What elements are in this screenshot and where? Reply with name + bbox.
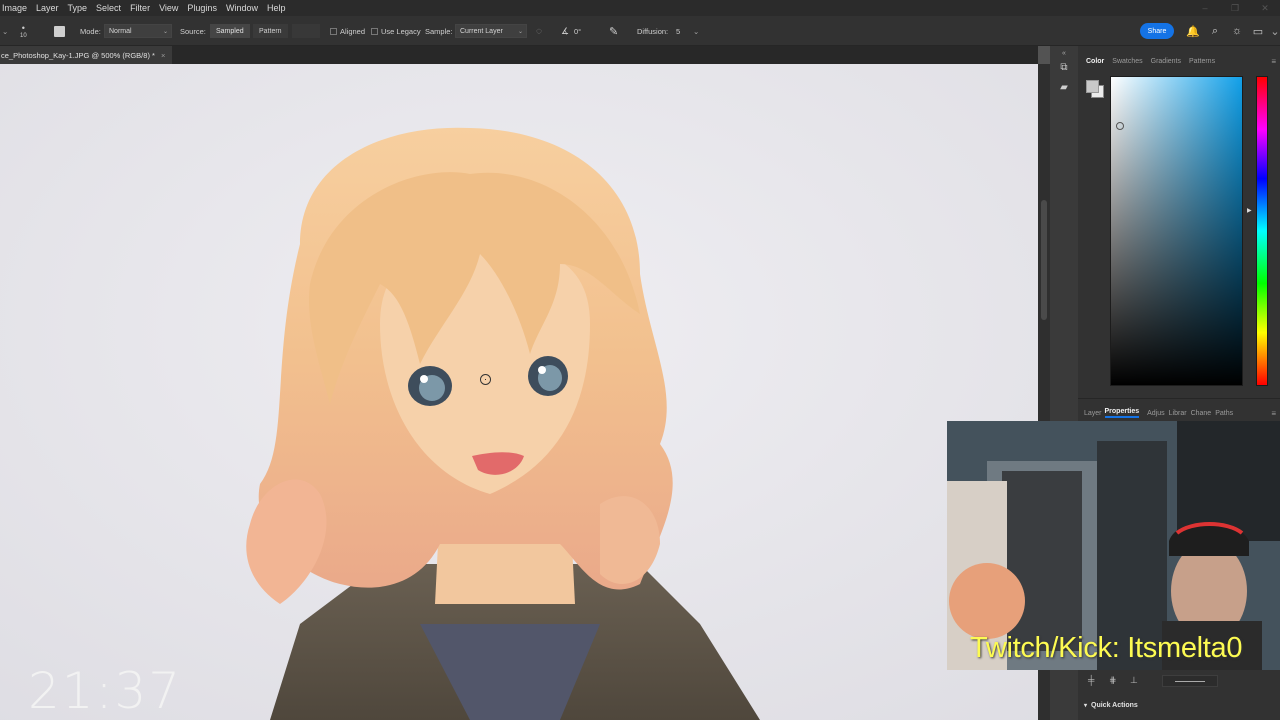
diffusion-label: Diffusion: xyxy=(637,26,669,36)
chevron-down-icon: ▾ xyxy=(1084,703,1088,709)
tab-adjustments[interactable]: Adjus xyxy=(1147,410,1165,417)
menu-help[interactable]: Help xyxy=(267,3,286,13)
pressure-size-icon[interactable]: ✎ xyxy=(609,16,618,46)
close-tab-icon[interactable]: × xyxy=(161,51,165,60)
panel-divider xyxy=(1078,398,1280,399)
checkbox-icon xyxy=(330,27,337,35)
angle-value[interactable]: 0° xyxy=(574,16,581,46)
canvas-image xyxy=(0,64,1038,720)
collapse-panels-icon[interactable]: « xyxy=(1057,46,1071,60)
align-bottom-icon[interactable]: ⊥ xyxy=(1130,675,1144,686)
stroke-line-icon xyxy=(1175,680,1205,682)
tab-paths[interactable]: Paths xyxy=(1215,410,1233,417)
use-legacy-checkbox[interactable]: Use Legacy xyxy=(371,16,421,46)
angle-icon: ∡ xyxy=(561,25,570,36)
clone-source-panel-button[interactable] xyxy=(54,16,65,46)
mode-label: Mode: xyxy=(80,26,101,36)
align-icon[interactable]: ╪ xyxy=(1088,675,1102,686)
source-label: Source: xyxy=(180,26,206,36)
scrollbar-thumb[interactable] xyxy=(1041,200,1047,320)
menu-select[interactable]: Select xyxy=(96,3,121,13)
hue-slider-handle[interactable]: ▶ xyxy=(1247,207,1252,214)
properties-toolbar: ╪ ⋕ ⊥ xyxy=(1088,675,1151,686)
tab-patterns[interactable]: Patterns xyxy=(1189,58,1215,65)
canvas[interactable] xyxy=(0,64,1038,720)
tab-libraries[interactable]: Librar xyxy=(1169,410,1187,417)
sample-select-value: Current Layer xyxy=(460,27,503,35)
bell-icon[interactable]: 🔔 xyxy=(1186,22,1200,40)
sampled-button[interactable]: Sampled xyxy=(210,24,250,38)
share-button[interactable]: Share xyxy=(1140,23,1174,39)
maximize-icon[interactable]: ❐ xyxy=(1220,0,1250,16)
mode-select-value: Normal xyxy=(109,27,132,35)
pattern-button[interactable]: Pattern xyxy=(253,24,288,38)
tab-swatches[interactable]: Swatches xyxy=(1112,58,1142,65)
menu-plugins[interactable]: Plugins xyxy=(187,3,217,13)
menu-layer[interactable]: Layer xyxy=(36,3,59,13)
properties-panel-tabs: Layer Properties Adjus Librar Chane Path… xyxy=(1078,406,1280,420)
stroke-style-select[interactable] xyxy=(1162,675,1218,687)
tab-channels[interactable]: Chane xyxy=(1191,410,1212,417)
quick-actions-header[interactable]: ▾ Quick Actions xyxy=(1084,702,1138,709)
chevron-down-icon[interactable]: ⌄ xyxy=(1268,22,1280,40)
brush-preset-picker[interactable]: • 10 xyxy=(20,16,27,46)
mode-select[interactable]: Normal ⌄ xyxy=(104,24,172,38)
use-legacy-label: Use Legacy xyxy=(381,26,421,36)
pattern-picker[interactable] xyxy=(292,24,320,38)
stamp-icon xyxy=(54,25,65,37)
chevron-down-icon: ⌄ xyxy=(162,28,168,35)
diffusion-value[interactable]: 5 xyxy=(676,16,680,46)
ignore-adjustment-icon[interactable]: ◌ xyxy=(536,16,542,46)
brush-cursor xyxy=(480,374,491,385)
color-picker-handle[interactable] xyxy=(1116,122,1124,130)
distribute-icon[interactable]: ⋕ xyxy=(1109,675,1123,686)
minimize-icon[interactable]: – xyxy=(1190,0,1220,16)
menu-view[interactable]: View xyxy=(159,3,178,13)
menu-window[interactable]: Window xyxy=(226,3,258,13)
checkbox-icon xyxy=(371,27,378,35)
history-icon[interactable]: ⧉ xyxy=(1057,60,1071,74)
close-window-icon[interactable]: ✕ xyxy=(1250,0,1280,16)
aligned-label: Aligned xyxy=(340,26,366,36)
brush-size-value: 10 xyxy=(20,32,27,39)
comments-icon[interactable]: ▰ xyxy=(1057,80,1071,94)
panel-menu-icon[interactable]: ≡ xyxy=(1271,57,1276,66)
search-icon[interactable]: ⌕ xyxy=(1208,22,1222,40)
tab-color[interactable]: Color xyxy=(1086,58,1104,65)
document-tab[interactable]: ce_Photoshop_Kay-1.JPG @ 500% (RGB/8) * … xyxy=(0,46,172,64)
workspace-icon[interactable]: ▭ xyxy=(1251,22,1265,40)
foreground-color-swatch[interactable] xyxy=(1086,80,1099,93)
menu-type[interactable]: Type xyxy=(68,3,88,13)
menu-image[interactable]: Image xyxy=(2,3,27,13)
aligned-checkbox[interactable]: Aligned xyxy=(330,16,365,46)
tab-properties[interactable]: Properties xyxy=(1104,408,1140,418)
document-title: ce_Photoshop_Kay-1.JPG @ 500% (RGB/8) * xyxy=(1,50,155,60)
sample-select[interactable]: Current Layer ⌄ xyxy=(455,24,527,38)
stream-timer: 21:37 xyxy=(28,662,183,720)
tab-layers[interactable]: Layer xyxy=(1084,410,1102,417)
color-panel-tabs: Color Swatches Gradients Patterns ≡ xyxy=(1078,54,1280,68)
menu-bar: Image Layer Type Select Filter View Plug… xyxy=(0,0,1280,16)
chevron-down-icon: ⌄ xyxy=(517,28,523,35)
panel-menu-icon[interactable]: ≡ xyxy=(1271,409,1276,418)
lightbulb-icon[interactable]: ☼ xyxy=(1230,22,1244,40)
hue-slider[interactable] xyxy=(1256,76,1268,386)
tool-preset-chevron-icon[interactable]: ⌄ xyxy=(2,16,8,46)
chevron-down-icon[interactable]: ⌄ xyxy=(693,16,699,46)
color-picker-field[interactable] xyxy=(1110,76,1243,386)
tab-gradients[interactable]: Gradients xyxy=(1151,58,1181,65)
document-tab-bar: ce_Photoshop_Kay-1.JPG @ 500% (RGB/8) * … xyxy=(0,46,1038,64)
options-bar: ⌄ • 10 Mode: Normal ⌄ Source: Sampled Pat… xyxy=(0,16,1280,46)
sample-label: Sample: xyxy=(425,26,453,36)
brush-dot-icon: • xyxy=(21,22,25,33)
window-controls: – ❐ ✕ xyxy=(1190,0,1280,16)
quick-actions-label: Quick Actions xyxy=(1091,702,1138,709)
menu-filter[interactable]: Filter xyxy=(130,3,150,13)
stream-handle-text: Twitch/Kick: Itsmelta0 xyxy=(970,632,1243,664)
